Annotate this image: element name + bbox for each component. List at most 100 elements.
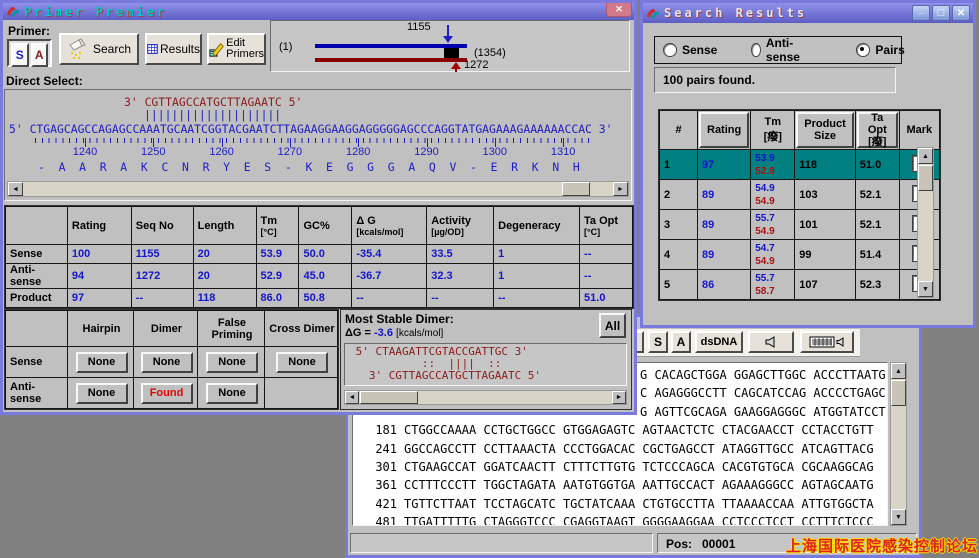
search-header-unit: [癈] [752, 128, 793, 144]
stats-value-cell: 1 [494, 264, 580, 289]
keyboard-speaker-icon [809, 335, 845, 349]
stats-header-title: Seq No [136, 220, 191, 232]
stats-value-cell: 52.9 [256, 264, 299, 289]
stats-value-cell: -- [131, 289, 193, 308]
sort-header-button[interactable]: ProductSize [796, 112, 854, 148]
sort-header-label: Product [804, 118, 846, 130]
dimer-hscrollbar[interactable] [344, 390, 627, 405]
sort-header-button[interactable]: Ta Opt[癈] [857, 112, 898, 148]
scroll-thumb[interactable] [891, 380, 906, 406]
ruler-label: 1300 [483, 146, 507, 158]
close-button[interactable] [952, 5, 970, 21]
radio-circle[interactable] [856, 43, 870, 57]
close-button[interactable] [606, 3, 632, 17]
scroll-thumb[interactable] [562, 182, 590, 196]
stats-value-cell: 1155 [131, 245, 193, 264]
radio-option-sense[interactable]: Sense [663, 43, 717, 57]
none-button[interactable]: None [206, 383, 258, 404]
stats-header-row: RatingSeq NoLengthTm[°C]GC%Δ G[kcals/mol… [6, 207, 633, 245]
antisense-toggle-button[interactable]: A [31, 43, 49, 67]
none-button[interactable]: None [76, 383, 128, 404]
stats-value-cell: 94 [67, 264, 131, 289]
found-button[interactable]: Found [141, 383, 193, 404]
none-button[interactable]: None [141, 352, 193, 373]
structure-table: HairpinDimerFalse PrimingCross DimerSens… [5, 310, 338, 409]
radio-circle[interactable] [663, 43, 677, 57]
stats-value-cell: -- [494, 289, 580, 308]
app-icon [646, 7, 660, 20]
none-button[interactable]: None [76, 352, 128, 373]
sort-header-button[interactable]: Rating [699, 112, 749, 148]
antisense-strand-button[interactable]: A [671, 331, 691, 353]
structure-header-cell: False Priming [198, 311, 265, 347]
dsdna-button[interactable]: dsDNA [695, 331, 743, 353]
maximize-button[interactable] [932, 5, 950, 21]
search-header-cell: # [660, 111, 698, 150]
stats-row-label: Anti-sense [6, 264, 68, 289]
all-button-label: All [605, 319, 620, 333]
search-result-row[interactable]: 28954.954.910352.1 [660, 180, 940, 210]
sense-toggle-button[interactable]: S [11, 43, 29, 67]
stats-header-title: Length [198, 220, 254, 232]
scroll-left-button[interactable] [345, 391, 359, 404]
scroll-right-button[interactable] [613, 182, 628, 196]
stats-header-unit: [°C] [584, 227, 630, 237]
sense-strand-sequence[interactable]: 5' CTGAGCAGCCAGAGCCAAATGCAATCGGTACGAATCT… [9, 122, 612, 136]
stats-value-cell: 51.0 [580, 289, 633, 308]
stats-header-cell: Δ G[kcals/mol] [352, 207, 427, 245]
radio-option-pairs[interactable]: Pairs [856, 43, 904, 57]
stats-value-cell: 50.8 [299, 289, 352, 308]
none-button[interactable]: None [206, 352, 258, 373]
pair-number-cell: 4 [660, 240, 698, 270]
scroll-thumb[interactable] [918, 165, 933, 191]
search-result-row[interactable]: 19753.952.911851.0 [660, 150, 940, 180]
search-results-table: #RatingTm[癈]ProductSizeTa Opt[癈]Mark1975… [659, 110, 940, 300]
stats-value-cell: 100 [67, 245, 131, 264]
scroll-down-button[interactable] [891, 509, 906, 525]
search-results-titlebar[interactable]: Search Results [643, 3, 973, 23]
structure-cell: None [198, 378, 265, 409]
minimize-button[interactable] [912, 5, 930, 21]
scroll-thumb[interactable] [360, 391, 418, 404]
sequence-row-number: 181 [371, 423, 397, 437]
search-result-row[interactable]: 58655.758.710752.3 [660, 270, 940, 300]
scroll-up-button[interactable] [891, 363, 906, 379]
results-vertical-scrollbar[interactable] [917, 147, 934, 298]
sequence-row-bases: GGCCAGCCTT CCTTAAACTA CCCTGGACAC CGCTGAG… [404, 442, 874, 456]
search-status-panel: 100 pairs found. [654, 67, 896, 93]
sequence-vertical-scrollbar[interactable] [890, 362, 907, 526]
diagram-start-label: (1) [279, 41, 292, 53]
scroll-right-button[interactable] [612, 391, 626, 404]
search-header-row: #RatingTm[癈]ProductSizeTa Opt[癈]Mark [660, 111, 940, 150]
results-button[interactable]: Results [145, 33, 202, 65]
all-dimers-button[interactable]: All [599, 313, 626, 338]
keyboard-speaker-button[interactable] [800, 331, 854, 353]
edit-primers-label-2: Primers [226, 48, 264, 60]
ruler-label: 1280 [346, 146, 370, 158]
stats-value-cell: 32.3 [427, 264, 494, 289]
structure-cell: None [134, 347, 198, 378]
radio-circle[interactable] [751, 43, 761, 57]
structure-header-cell: Cross Dimer [265, 311, 338, 347]
search-results-window: Search Results Sense Anti-sense Pairs 100 … [640, 0, 976, 328]
search-result-row[interactable]: 48954.754.99951.4 [660, 240, 940, 270]
speaker-button[interactable] [748, 331, 794, 353]
status-panel-left [350, 533, 653, 553]
scroll-up-button[interactable] [918, 148, 933, 164]
stats-header-cell: Activity[µg/OD] [427, 207, 494, 245]
primer-premier-titlebar[interactable]: Primer Premier [3, 3, 634, 20]
primer-stats-table: RatingSeq NoLengthTm[°C]GC%Δ G[kcals/mol… [5, 206, 633, 308]
sense-strand-button[interactable]: S [648, 331, 668, 353]
direct-select-hscrollbar[interactable] [7, 181, 629, 197]
stats-header-unit: [kcals/mol] [356, 227, 424, 237]
structure-header-cell: Dimer [134, 311, 198, 347]
scroll-down-button[interactable] [918, 281, 933, 297]
none-button[interactable]: None [276, 352, 328, 373]
search-result-row[interactable]: 38955.754.910152.1 [660, 210, 940, 240]
stats-row: Sense10011552053.950.0-35.433.51-- [6, 245, 633, 264]
search-button[interactable]: Search [59, 33, 139, 65]
edit-primers-button[interactable]: Edit Primers [207, 33, 266, 65]
stats-value-cell: 97 [67, 289, 131, 308]
scroll-left-button[interactable] [8, 182, 23, 196]
radio-option-anti-sense[interactable]: Anti-sense [751, 36, 804, 64]
